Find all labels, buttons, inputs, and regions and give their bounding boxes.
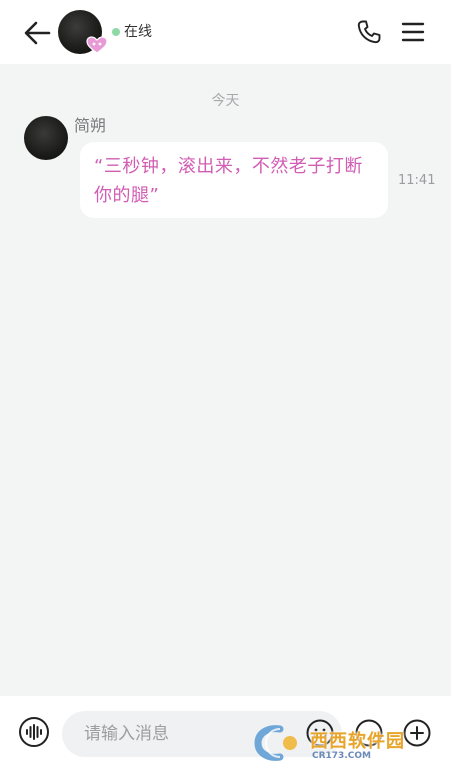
watermark-subtitle: CR173.COM [312, 751, 371, 761]
sender-name: 简朔 [74, 116, 107, 135]
menu-icon[interactable] [400, 21, 426, 43]
heart-badge-icon [86, 36, 108, 54]
back-arrow-icon[interactable] [22, 18, 52, 48]
phone-icon[interactable] [356, 19, 382, 45]
watermark-title: 西西软件园 [310, 731, 405, 752]
message-bubble[interactable]: “三秒钟，滚出来，不然老子打断你的腿” [80, 142, 388, 218]
chat-header: 在线 [0, 0, 451, 64]
date-separator: 今天 [211, 93, 240, 109]
message-time: 11:41 [398, 173, 436, 188]
online-status-text: 在线 [124, 24, 152, 40]
watermark-logo-icon [254, 725, 297, 761]
watermark: 西西软件园 CR173.COM [250, 721, 433, 765]
voice-icon[interactable] [18, 716, 50, 748]
online-status-dot [112, 28, 120, 36]
sender-avatar[interactable] [24, 116, 68, 160]
